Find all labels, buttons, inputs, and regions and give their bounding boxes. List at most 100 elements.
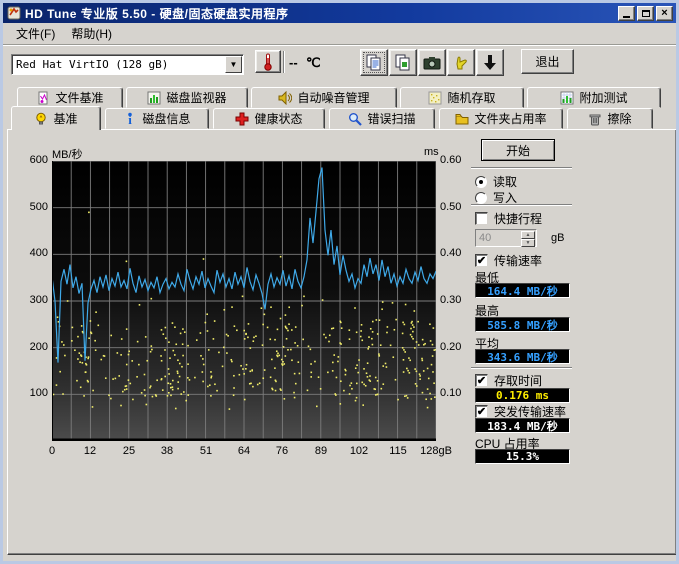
- x-axis-tick-label: 38: [145, 445, 189, 457]
- copy-text-button[interactable]: [360, 49, 388, 76]
- arrow-down-icon: [482, 54, 498, 72]
- drive-select-dropdown-button[interactable]: ▼: [225, 56, 242, 73]
- hand-button[interactable]: [447, 49, 475, 76]
- camera-icon: [423, 56, 441, 70]
- tab-磁盘信息[interactable]: i 磁盘信息: [105, 108, 209, 129]
- tab-icon: [428, 91, 442, 105]
- read-radio-row[interactable]: 读取: [475, 173, 517, 190]
- max-value-display: 585.8 MB/秒: [475, 317, 570, 332]
- short-stroke-spinner[interactable]: 40 ▲ ▼: [475, 229, 537, 247]
- short-stroke-label: 快捷行程: [494, 210, 542, 227]
- copy-image-icon: [394, 54, 412, 72]
- avg-value-display: 343.6 MB/秒: [475, 349, 570, 364]
- copy-image-button[interactable]: [389, 49, 417, 76]
- tab-icon: [235, 112, 249, 126]
- y-axis-tick-label: 200: [16, 341, 48, 353]
- maximize-button[interactable]: [637, 6, 654, 21]
- window-title: HD Tune 专业版 5.50 - 硬盘/固态硬盘实用程序: [25, 5, 288, 22]
- tab-label: 错误扫描: [367, 110, 415, 127]
- maximize-icon: [642, 10, 650, 17]
- tab-磁盘监视器[interactable]: 磁盘监视器: [126, 87, 248, 108]
- thermometer-icon: [262, 53, 274, 71]
- transfer-rate-row[interactable]: ✔ 传输速率: [475, 252, 542, 269]
- temperature-button[interactable]: [255, 50, 281, 73]
- cpu-usage-display: 15.3%: [475, 449, 570, 464]
- tab-label: 自动噪音管理: [297, 89, 369, 106]
- close-icon: ×: [661, 9, 667, 18]
- transfer-rate-label: 传输速率: [494, 252, 542, 269]
- tab-随机存取[interactable]: 随机存取: [400, 87, 524, 108]
- right-axis-unit: ms: [424, 146, 439, 158]
- drive-select[interactable]: Red Hat VirtIO (128 gB) ▼: [11, 54, 244, 75]
- tab-基准[interactable]: 基准: [11, 106, 101, 130]
- x-axis-tick-label: 128gB: [414, 445, 458, 457]
- separator: [471, 167, 572, 169]
- access-time-checkbox[interactable]: ✔: [475, 374, 488, 387]
- burst-rate-value: 183.4 MB/秒: [487, 418, 558, 434]
- read-radio-label: 读取: [493, 173, 517, 190]
- title-bar: HD Tune 专业版 5.50 - 硬盘/固态硬盘实用程序 ×: [3, 3, 676, 23]
- short-stroke-value: 40: [479, 232, 491, 244]
- tab-label: 文件夹占用率: [474, 110, 546, 127]
- tab-健康状态[interactable]: 健康状态: [213, 108, 325, 129]
- tab-label: 磁盘信息: [142, 110, 190, 127]
- access-time-display: 0.176 ms: [475, 388, 570, 403]
- spinner-down-button[interactable]: ▼: [521, 239, 535, 247]
- right-axis-tick-label: 0.40: [440, 247, 476, 259]
- close-button[interactable]: ×: [656, 6, 673, 21]
- chevron-down-icon: ▼: [230, 60, 238, 69]
- exit-button-label: 退出: [535, 53, 559, 70]
- benchmark-chart: [52, 161, 436, 441]
- burst-rate-display: 183.4 MB/秒: [475, 418, 570, 433]
- tab-自动噪音管理[interactable]: 自动噪音管理: [251, 87, 397, 108]
- burst-rate-checkbox[interactable]: ✔: [475, 405, 488, 418]
- toolbar-separator: [283, 51, 285, 73]
- tab-icon: i: [123, 112, 137, 126]
- y-axis-tick-label: 400: [16, 247, 48, 259]
- short-stroke-row[interactable]: 快捷行程: [475, 210, 542, 227]
- y-axis-tick-label: 100: [16, 387, 48, 399]
- download-button[interactable]: [476, 49, 504, 76]
- screenshot-button[interactable]: [418, 49, 446, 76]
- drive-select-value: Red Hat VirtIO (128 gB): [16, 58, 168, 71]
- tab-label: 文件基准: [55, 89, 103, 106]
- tab-icon: [278, 91, 292, 105]
- right-axis-tick-label: 0.30: [440, 294, 476, 306]
- minimize-button[interactable]: [618, 6, 635, 21]
- tab-label: 擦除: [607, 110, 631, 127]
- right-axis-tick-label: 0.60: [440, 154, 476, 166]
- tab-错误扫描[interactable]: 错误扫描: [329, 108, 435, 129]
- app-window: HD Tune 专业版 5.50 - 硬盘/固态硬盘实用程序 × 文件(F) 帮…: [0, 0, 679, 564]
- tab-文件夹占用率[interactable]: 文件夹占用率: [439, 108, 563, 129]
- tab-文件基准[interactable]: 文件基准: [17, 87, 123, 108]
- short-stroke-unit: gB: [551, 232, 564, 244]
- tab-擦除[interactable]: 擦除: [567, 108, 653, 129]
- exit-button[interactable]: 退出: [521, 49, 574, 74]
- tab-附加测试[interactable]: 附加测试: [527, 87, 661, 108]
- y-axis-tick-label: 300: [16, 294, 48, 306]
- access-time-value: 0.176 ms: [496, 389, 549, 402]
- y-axis-tick-label: 500: [16, 201, 48, 213]
- min-value: 164.4 MB/秒: [487, 283, 558, 299]
- avg-value: 343.6 MB/秒: [487, 349, 558, 365]
- short-stroke-checkbox[interactable]: [475, 212, 488, 225]
- y-axis-tick-label: 600: [16, 154, 48, 166]
- access-time-row[interactable]: ✔ 存取时间: [475, 372, 542, 389]
- start-button[interactable]: 开始: [481, 139, 555, 161]
- left-axis-unit: MB/秒: [52, 146, 83, 162]
- minimize-icon: [623, 10, 630, 18]
- max-value: 585.8 MB/秒: [487, 317, 558, 333]
- menu-help[interactable]: 帮助(H): [63, 23, 120, 44]
- x-axis-tick-label: 102: [337, 445, 381, 457]
- access-time-label: 存取时间: [494, 372, 542, 389]
- tab-label: 随机存取: [447, 89, 495, 106]
- x-axis-tick-label: 76: [260, 445, 304, 457]
- menu-file[interactable]: 文件(F): [8, 23, 63, 44]
- start-button-label: 开始: [506, 142, 530, 159]
- transfer-rate-checkbox[interactable]: ✔: [475, 254, 488, 267]
- read-radio[interactable]: [475, 176, 487, 188]
- tab-icon: [34, 112, 48, 126]
- spinner-up-button[interactable]: ▲: [521, 231, 535, 239]
- write-radio[interactable]: [475, 192, 487, 204]
- tab-label: 健康状态: [254, 110, 302, 127]
